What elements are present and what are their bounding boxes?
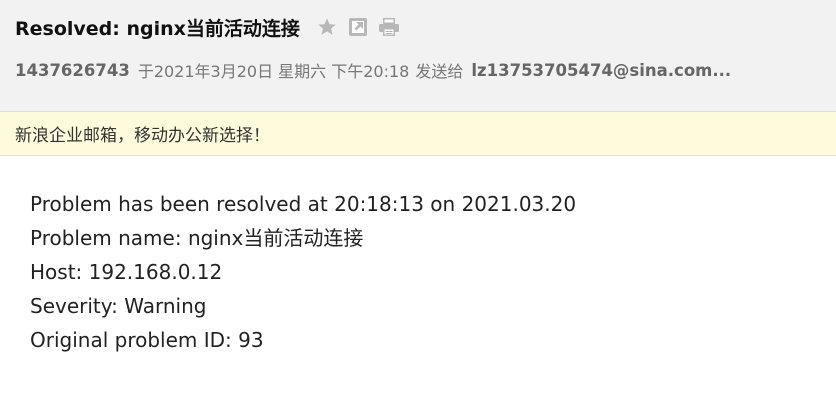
email-header: Resolved: nginx当前活动连接 1437626743 于2021年3… [0,0,836,112]
body-line-host: Host: 192.168.0.12 [30,260,223,284]
email-body: Problem has been resolved at 20:18:13 on… [30,187,576,357]
star-icon[interactable] [316,16,338,38]
sender-name[interactable]: 1437626743 [15,61,130,80]
email-subject: Resolved: nginx当前活动连接 [15,17,300,40]
send-to-label: 发送给 [415,62,464,81]
promo-banner-text[interactable]: 新浪企业邮箱，移动办公新选择！ [15,121,270,146]
body-line-problem-name: Problem name: nginx当前活动连接 [30,226,364,250]
open-external-icon[interactable] [347,16,369,38]
body-line-resolved: Problem has been resolved at 20:18:13 on… [30,192,577,216]
header-actions [316,16,400,38]
body-line-severity: Severity: Warning [30,294,207,318]
email-meta: 1437626743 于2021年3月20日 星期六 下午20:18 发送给 l… [15,57,731,83]
body-line-problem-id: Original problem ID: 93 [30,328,264,352]
recipient-address[interactable]: lz13753705474@sina.com... [471,61,731,80]
subject-row: Resolved: nginx当前活动连接 [15,12,400,42]
print-icon[interactable] [378,16,400,38]
sent-date: 于2021年3月20日 星期六 下午20:18 [137,62,410,81]
promo-banner: 新浪企业邮箱，移动办公新选择！ [0,112,836,156]
